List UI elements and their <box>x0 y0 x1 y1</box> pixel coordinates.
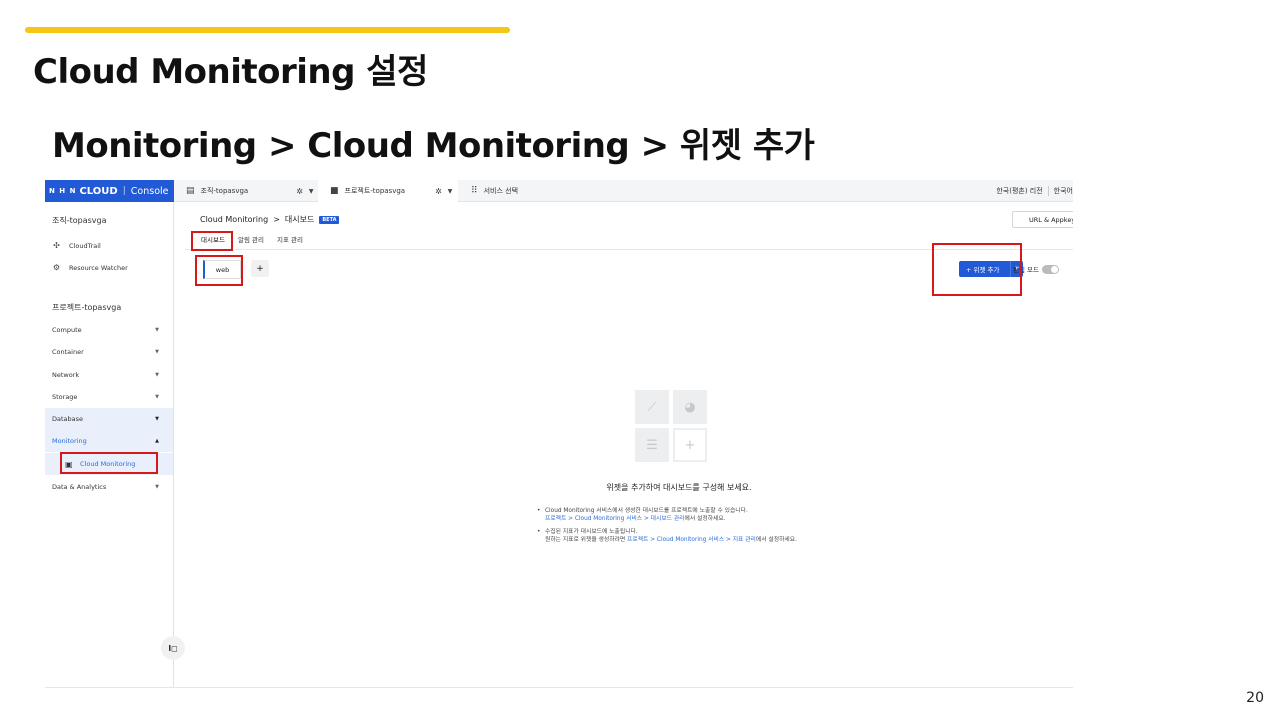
highlight-dashboard-tab <box>191 231 233 251</box>
note-text: Cloud Monitoring 서비스에서 생성한 대시보드를 프로젝트에 노… <box>545 508 748 514</box>
sidebar-item-label: Database <box>52 415 84 423</box>
console-logo[interactable]: N H N CLOUD | Console <box>45 180 174 202</box>
gear-icon[interactable]: ✲ <box>296 187 303 196</box>
logo-nhn: N H N <box>49 187 77 195</box>
service-select[interactable]: ⠿ 서비스 선택 <box>471 180 518 202</box>
chevron-down-icon: ▼ <box>155 327 159 333</box>
sidebar-collapse-button[interactable]: I◻ <box>161 636 185 660</box>
empty-state-notes: Cloud Monitoring 서비스에서 생성한 대시보드를 프로젝트에 노… <box>537 507 797 549</box>
region-selector[interactable]: 한국(평촌) 리전 <box>996 186 1042 196</box>
sidebar-item-container[interactable]: Container ▼ <box>45 341 173 363</box>
pie-chart-icon: ◕ <box>673 390 707 424</box>
note-text: 에서 설정하세요. <box>684 516 726 522</box>
sidebar: 조직-topasvga ✣ CloudTrail ⚙ Resource Watc… <box>45 202 174 687</box>
bar-chart-icon: ☰ <box>635 428 669 462</box>
sidebar-item-compute[interactable]: Compute ▼ <box>45 319 173 341</box>
resource-watcher-icon: ⚙ <box>52 263 61 272</box>
project-selector-label: 프로젝트-topasvga <box>344 187 406 195</box>
sidebar-project-name: 프로젝트-topasvga <box>52 303 122 312</box>
tab-metric-management[interactable]: 지표 관리 <box>277 234 303 244</box>
chevron-up-icon: ▲ <box>155 438 159 444</box>
note-item: Cloud Monitoring 서비스에서 생성한 대시보드를 프로젝트에 노… <box>537 507 797 523</box>
note-link[interactable]: 프로젝트 > Cloud Monitoring 서비스 > 대시보드 관리 <box>545 516 685 522</box>
top-bar: N H N CLOUD | Console ▤ 조직-topasvga ✲ ▼ … <box>45 180 1073 202</box>
slide-accent-bar <box>25 27 510 33</box>
folder-icon: ■ <box>330 186 339 196</box>
console-screenshot: N H N CLOUD | Console ▤ 조직-topasvga ✲ ▼ … <box>45 180 1073 688</box>
plus-icon: + <box>673 428 707 462</box>
chevron-down-icon: ▼ <box>155 349 159 355</box>
sidebar-item-resource-watcher[interactable]: ⚙ Resource Watcher <box>52 263 128 272</box>
sidebar-item-label: CloudTrail <box>69 241 101 250</box>
tab-alert-management[interactable]: 알림 관리 <box>238 234 264 244</box>
sidebar-item-label: Monitoring <box>52 437 87 445</box>
note-text: 수집된 지표가 대시보드에 노출됩니다. <box>545 529 638 535</box>
note-text: 원하는 지표로 위젯을 생성하려면 <box>545 537 628 543</box>
language-selector[interactable]: 한국어 <box>1054 186 1073 196</box>
page-number: 20 <box>1246 690 1264 706</box>
note-text: 에서 설정하세요. <box>755 537 797 543</box>
sidebar-item-label: Container <box>52 348 84 356</box>
chevron-down-icon: ▼ <box>155 394 159 400</box>
breadcrumb-separator: > <box>273 215 280 224</box>
sidebar-item-data-analytics[interactable]: Data & Analytics ▼ <box>45 476 173 498</box>
topbar-right: 한국(평촌) 리전 한국어 <box>996 180 1073 202</box>
sidebar-item-label: Data & Analytics <box>52 483 107 491</box>
sidebar-item-monitoring[interactable]: Monitoring ▲ <box>45 430 173 452</box>
slide-subtitle: Monitoring > Cloud Monitoring > 위젯 추가 <box>52 126 815 166</box>
logo-cloud: CLOUD <box>79 185 118 197</box>
divider <box>1047 186 1049 196</box>
org-selector-label: 조직-topasvga <box>200 187 249 195</box>
chevron-down-icon[interactable]: ▼ <box>448 188 453 195</box>
chevron-down-icon: ▼ <box>155 484 159 490</box>
breadcrumb-item: 대시보드 <box>284 215 315 224</box>
gear-icon[interactable]: ✲ <box>435 187 442 196</box>
highlight-add-widget <box>932 243 1022 296</box>
sidebar-item-label: Network <box>52 371 80 379</box>
empty-state-illustration: ⟋ ◕ ☰ + <box>635 390 709 464</box>
line-chart-icon: ⟋ <box>635 390 669 424</box>
toggle-switch[interactable] <box>1042 264 1059 274</box>
highlight-web-tab <box>195 255 243 286</box>
breadcrumb: Cloud Monitoring > 대시보드 BETA <box>200 214 340 225</box>
chevron-down-icon: ▼ <box>155 416 159 422</box>
grid-icon: ⠿ <box>471 186 478 196</box>
chevron-down-icon: ▼ <box>155 372 159 378</box>
cloudtrail-icon: ✣ <box>53 241 60 250</box>
building-icon: ▤ <box>186 186 195 196</box>
slide-title: Cloud Monitoring 설정 <box>33 52 428 92</box>
project-selector[interactable]: ■ 프로젝트-topasvga ✲ ▼ <box>318 180 458 202</box>
org-selector[interactable]: ▤ 조직-topasvga ✲ ▼ <box>186 180 314 202</box>
sidebar-item-cloudtrail[interactable]: ✣ CloudTrail <box>52 241 101 250</box>
sidebar-item-label: Storage <box>52 393 78 401</box>
sidebar-item-storage[interactable]: Storage ▼ <box>45 386 173 408</box>
note-item: 수집된 지표가 대시보드에 노출됩니다. 원하는 지표로 위젯을 생성하려면 프… <box>537 528 797 544</box>
add-dashboard-button[interactable]: + <box>251 260 269 277</box>
empty-state-title: 위젯을 추가하여 대시보드를 구성해 보세요. <box>606 483 752 492</box>
logo-separator: | <box>122 186 126 196</box>
breadcrumb-item[interactable]: Cloud Monitoring <box>200 215 268 224</box>
sidebar-item-label: Resource Watcher <box>69 263 128 272</box>
highlight-cloud-monitoring <box>60 452 158 474</box>
sidebar-item-label: Compute <box>52 326 82 334</box>
beta-badge: BETA <box>319 215 340 224</box>
service-select-label: 서비스 선택 <box>483 187 519 195</box>
logo-console: Console <box>130 185 169 197</box>
note-link[interactable]: 프로젝트 > Cloud Monitoring 서비스 > 지표 관리 <box>627 537 756 543</box>
chevron-down-icon[interactable]: ▼ <box>309 188 314 195</box>
sidebar-org-name: 조직-topasvga <box>52 216 107 225</box>
url-appkey-button[interactable]: URL & Appkey <box>1012 211 1073 228</box>
sidebar-item-database[interactable]: Database ▼ <box>45 408 173 430</box>
sidebar-item-network[interactable]: Network ▼ <box>45 364 173 386</box>
